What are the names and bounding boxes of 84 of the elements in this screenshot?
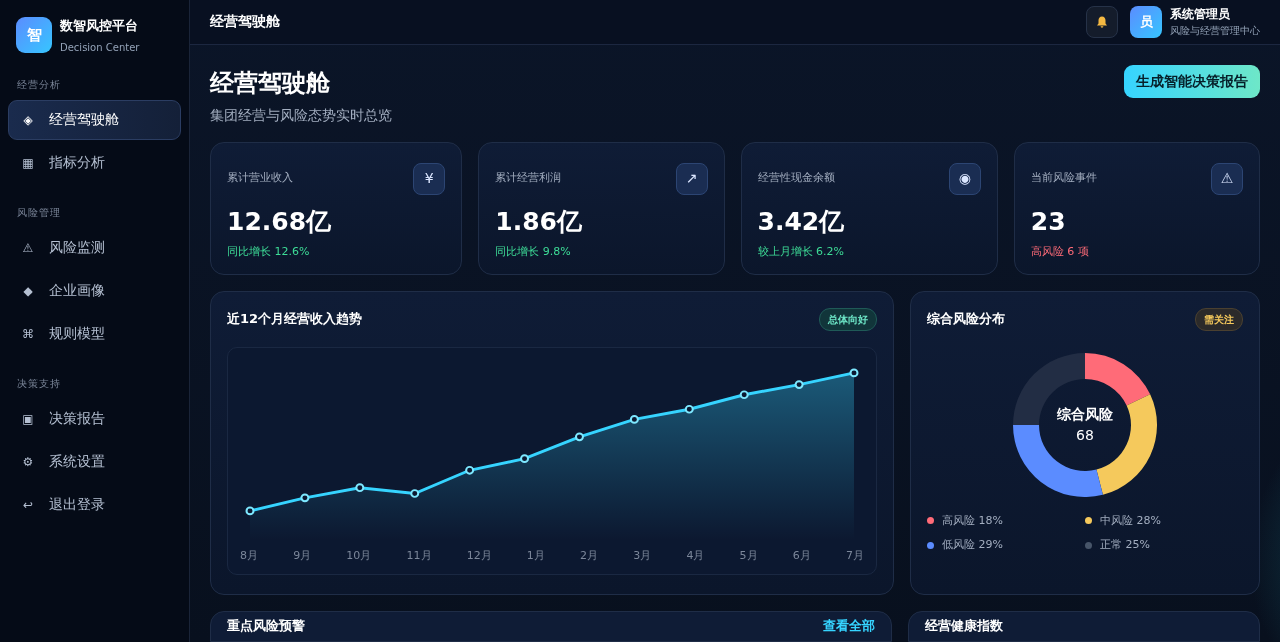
nav-icon: ◈: [21, 110, 35, 129]
legend-label: 正常 25%: [1100, 537, 1150, 553]
axis-label: 11月: [406, 547, 432, 564]
data-point: [520, 453, 530, 463]
legend-label: 中风险 28%: [1100, 512, 1161, 529]
kpi-icon: ¥: [413, 162, 446, 195]
axis-label: 9月: [293, 547, 312, 564]
data-point: [245, 506, 255, 515]
nav-icon: ↩: [21, 495, 35, 514]
panel-title: 经营健康指数: [925, 617, 1003, 633]
kpi-label: 累计经营利润: [495, 170, 562, 187]
axis-label: 2月: [580, 547, 599, 564]
kpi-delta: 高风险 6 项: [1030, 244, 1090, 260]
kpi-value: 3.42亿: [757, 205, 846, 238]
status-tag: 需关注: [1195, 307, 1243, 331]
axis-label: 6月: [792, 547, 811, 564]
kpi-icon: ⚠: [1211, 162, 1243, 195]
panel-title: 综合风险分布: [927, 310, 1005, 329]
nav-icon: ⚠: [21, 238, 35, 257]
bell-icon: [1095, 14, 1109, 29]
kpi-value: 12.68亿: [227, 205, 333, 238]
user-role: 风险与经营管理中心: [1170, 24, 1260, 39]
legend-label: 低风险 29%: [942, 537, 1003, 553]
axis-label: 5月: [739, 547, 758, 564]
legend-label: 高风险 18%: [942, 512, 1003, 529]
nav-icon: ▣: [21, 409, 35, 428]
axis-label: 4月: [686, 547, 705, 564]
data-point: [794, 379, 804, 389]
nav-icon: ⚙: [21, 452, 35, 471]
axis-label: 7月: [845, 547, 864, 564]
notification-button[interactable]: [1086, 5, 1118, 38]
kpi-label: 经营性现金余额: [757, 170, 835, 187]
data-point: [300, 493, 310, 502]
axis-label: 1月: [526, 547, 545, 564]
section-heading: 经营分析: [16, 77, 62, 92]
donut-center-value: 68: [1075, 425, 1095, 445]
kpi-icon: ↗: [675, 162, 708, 195]
section-heading: 决策支持: [16, 376, 62, 391]
data-point: [849, 368, 859, 377]
user-name: 系统管理员: [1170, 6, 1231, 24]
axis-label: 12月: [466, 547, 492, 564]
sidebar-item[interactable]: ⚙ 系统设置: [8, 441, 181, 482]
page-title: 经营驾驶舱: [210, 67, 331, 99]
panel-title: 近12个月经营收入趋势: [227, 310, 363, 329]
data-point: [739, 389, 749, 399]
status-tag: 总体向好: [819, 307, 877, 331]
kpi-delta: 同比增长 12.6%: [227, 244, 311, 260]
data-point: [465, 465, 475, 475]
axis-label: 3月: [633, 547, 652, 564]
brand-name: 数智风控平台: [60, 17, 139, 35]
topbar-title: 经营驾驶舱: [210, 12, 280, 32]
sidebar-item[interactable]: ◈ 经营驾驶舱: [8, 99, 181, 140]
kpi-icon: ◉: [948, 162, 981, 195]
nav-icon: ▦: [21, 153, 35, 172]
nav-icon: ⌘: [21, 324, 35, 343]
brand-subtitle: Decision Center: [60, 40, 140, 55]
data-point: [629, 414, 639, 424]
sidebar-item[interactable]: ◆ 企业画像: [8, 270, 181, 311]
kpi-value: 1.86亿: [495, 205, 583, 238]
nav-icon: ◆: [21, 281, 35, 300]
panel-title: 重点风险预警: [227, 616, 305, 635]
data-point: [355, 482, 365, 492]
kpi-delta: 较上月增长 6.2%: [757, 244, 845, 260]
page-subtitle: 集团经营与风险态势实时总览: [210, 105, 392, 125]
sidebar-item[interactable]: ▣ 决策报告: [8, 398, 181, 439]
kpi-label: 当前风险事件: [1030, 170, 1097, 187]
section-heading: 风险管理: [16, 205, 62, 220]
data-point: [684, 404, 694, 414]
sidebar-item[interactable]: ↩ 退出登录: [8, 484, 181, 525]
generate-report-button[interactable]: 生成智能决策报告: [1124, 64, 1260, 98]
user-avatar: 员: [1130, 5, 1162, 38]
data-point: [410, 488, 420, 498]
sidebar-item[interactable]: ⚠ 风险监测: [8, 227, 181, 268]
kpi-value: 23: [1030, 205, 1067, 238]
brand-logo: 智: [16, 17, 52, 54]
view-all-link[interactable]: 查看全部: [823, 615, 875, 635]
axis-label: 10月: [346, 547, 372, 564]
kpi-label: 累计营业收入: [227, 170, 293, 187]
sidebar-item[interactable]: ⌘ 规则模型: [8, 313, 181, 354]
donut-center-label: 综合风险: [1057, 404, 1113, 424]
axis-label: 8月: [240, 547, 258, 564]
data-point: [574, 432, 584, 441]
sidebar-item[interactable]: ▦ 指标分析: [8, 142, 181, 183]
kpi-delta: 同比增长 9.8%: [495, 244, 572, 260]
